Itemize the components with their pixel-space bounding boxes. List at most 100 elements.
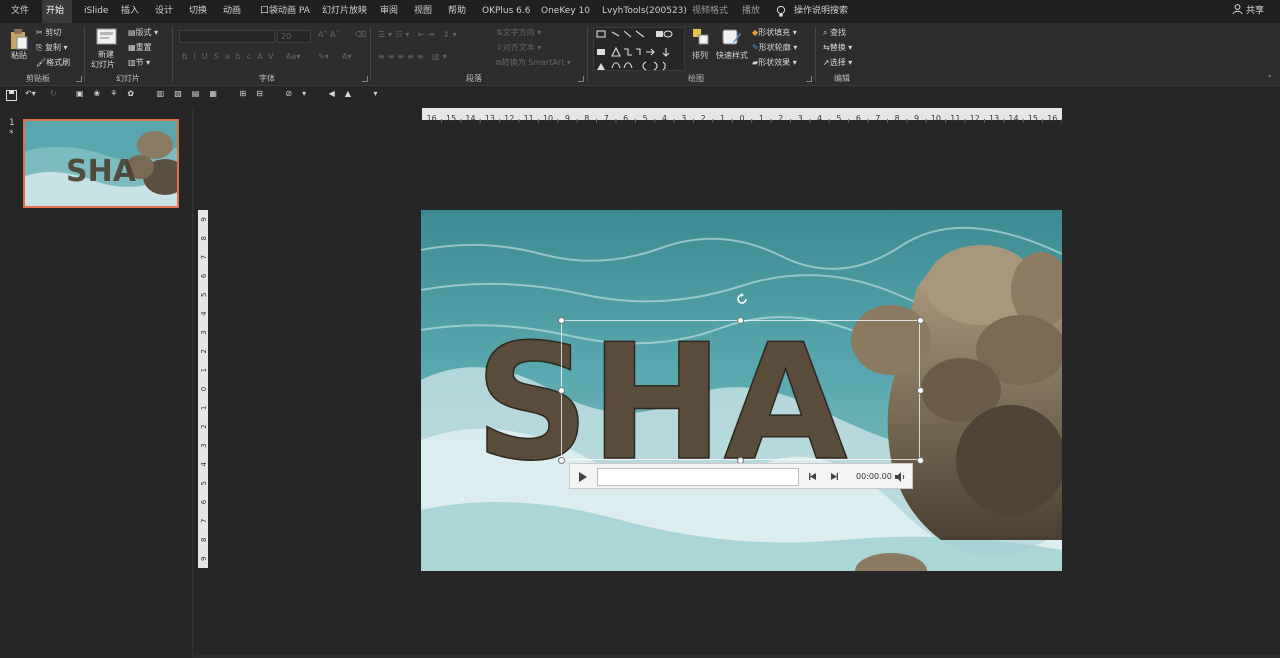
rotate-handle-icon[interactable] [735, 292, 749, 306]
ruler-tick-label: 9 [200, 556, 208, 560]
tab-pocket-animation[interactable]: 口袋动画 PA [256, 0, 314, 23]
text-direction-button[interactable]: ⇅文字方向 ▾ [496, 27, 541, 38]
tab-home[interactable]: 开始 [42, 0, 72, 23]
ruler-tick-label: 4 [662, 114, 667, 123]
tab-view[interactable]: 视图 [410, 0, 436, 23]
quick-styles-label[interactable]: 快速样式 [716, 50, 748, 61]
ruler-tick-label: 7 [604, 114, 609, 123]
ruler-tick-label: 8 [200, 538, 208, 542]
tab-review[interactable]: 审阅 [376, 0, 402, 23]
resize-handle[interactable] [558, 317, 565, 324]
reset-button[interactable]: ▦重置 [128, 42, 152, 53]
vertical-ruler: 9 8 7 6 5 4 3 2 1 0 1 2 3 4 5 6 7 8 9 [198, 210, 208, 568]
ruler-tick-label: 1 [200, 406, 208, 410]
tab-onekey[interactable]: OneKey 10 [537, 0, 594, 23]
tab-animations[interactable]: 动画 [219, 0, 245, 23]
video-progress-track[interactable] [597, 468, 799, 486]
step-forward-icon[interactable] [830, 472, 839, 481]
tell-me-search[interactable]: 操作说明搜索 [790, 0, 852, 23]
change-case-icon[interactable]: Aa▾ [286, 52, 300, 61]
tab-transitions[interactable]: 切换 [185, 0, 211, 23]
ruler-tick-label: 7 [875, 114, 880, 123]
resize-handle[interactable] [558, 387, 565, 394]
clipboard-launcher[interactable] [76, 76, 82, 82]
tab-video-format[interactable]: 视频格式 [688, 0, 732, 23]
save-icon[interactable] [6, 90, 17, 101]
play-icon[interactable] [578, 471, 588, 483]
tab-slideshow[interactable]: 幻灯片放映 [318, 0, 371, 23]
section-button[interactable]: ▥节 ▾ [128, 57, 150, 68]
resize-handle[interactable] [917, 457, 924, 464]
align-buttons[interactable]: ≡≡≡≡≡ ▥▾ [378, 52, 450, 61]
thumbnail-headline: SHA [66, 154, 137, 189]
ruler-tick-label: 16 [1047, 114, 1057, 123]
font-color-icon[interactable]: A▾ [342, 52, 352, 61]
highlight-icon[interactable]: ✎▾ [318, 52, 329, 61]
cut-button[interactable]: ✂ 剪切 [36, 27, 61, 38]
arrange-icon[interactable] [692, 28, 710, 46]
video-selection-frame[interactable] [561, 320, 920, 460]
list-buttons[interactable]: ☰▾☷▾ ⇤⇥ ↕▾ [378, 30, 460, 39]
tab-playback[interactable]: 播放 [738, 0, 764, 23]
find-button[interactable]: ⌕ 查找 [823, 27, 846, 38]
ruler-tick-label: 2 [778, 114, 783, 123]
drawing-launcher[interactable] [806, 76, 812, 82]
new-slide-icon[interactable] [96, 27, 118, 47]
paste-icon[interactable] [9, 28, 29, 50]
collapse-ribbon-icon[interactable]: ˄ [1268, 75, 1273, 85]
new-slide-label-2[interactable]: 幻灯片 [91, 59, 115, 70]
font-launcher[interactable] [362, 76, 368, 82]
undo-icon[interactable]: ↶▾ [25, 89, 36, 98]
slide-thumbnail-1[interactable]: SHA [23, 119, 179, 208]
ruler-tick-label: 1 [759, 114, 764, 123]
clear-format-icon[interactable]: ⌫ [355, 30, 366, 39]
copy-button[interactable]: ⎘ 复制 ▾ [36, 42, 68, 53]
font-style-buttons[interactable]: BIUSabcAV [182, 52, 280, 61]
tab-help[interactable]: 帮助 [444, 0, 470, 23]
ruler-tick-label: 1 [200, 368, 208, 372]
shape-outline-button[interactable]: ✎形状轮廓 ▾ [752, 42, 797, 53]
volume-icon[interactable] [894, 471, 906, 483]
share-button[interactable]: 共享 [1232, 0, 1264, 23]
font-grow-icon[interactable]: A˄ A˅ [318, 30, 340, 39]
resize-handle[interactable] [917, 387, 924, 394]
ruler-tick-label: 15 [446, 114, 456, 123]
paragraph-launcher[interactable] [578, 76, 584, 82]
ruler-tick-label: 13 [485, 114, 495, 123]
tab-file[interactable]: 文件 [7, 0, 33, 23]
qat-tools-icon[interactable]: ▣❀⚘✿ ▥▧▤▦ ⊞⊟ ⊘▾ ◀▲ ▾ [76, 89, 388, 98]
tab-design[interactable]: 设计 [151, 0, 177, 23]
replace-button[interactable]: ⇆替换 ▾ [823, 42, 852, 53]
quick-styles-icon[interactable] [722, 28, 742, 47]
smartart-button[interactable]: ⧉转换为 SmartArt ▾ [496, 57, 571, 68]
tab-lvyhtools[interactable]: LvyhTools(200523) [598, 0, 691, 23]
slide-number: 1 [9, 118, 15, 128]
ruler-tick-label: 13 [989, 114, 999, 123]
shapes-gallery[interactable] [593, 27, 685, 71]
quick-access-toolbar: ↶▾ ↻ ▣❀⚘✿ ▥▧▤▦ ⊞⊟ ⊘▾ ◀▲ ▾ [0, 87, 1280, 106]
font-family-input[interactable] [179, 30, 275, 43]
align-text-button[interactable]: ⇳对齐文本 ▾ [496, 42, 541, 53]
shape-fill-button[interactable]: ◆形状填充 ▾ [752, 27, 797, 38]
ruler-tick-label: 11 [524, 114, 534, 123]
shape-effects-button[interactable]: ▰形状效果 ▾ [752, 57, 797, 68]
tab-okplus[interactable]: OKPlus 6.6 [478, 0, 534, 23]
tab-islide[interactable]: iSlide [80, 0, 112, 23]
redo-icon[interactable]: ↻ [50, 89, 57, 98]
tab-insert[interactable]: 插入 [117, 0, 143, 23]
resize-handle[interactable] [737, 317, 744, 324]
arrange-label[interactable]: 排列 [692, 50, 708, 61]
select-button[interactable]: ➚选择 ▾ [823, 57, 852, 68]
resize-handle[interactable] [558, 457, 565, 464]
group-label-font: 字体 [259, 74, 275, 83]
layout-button[interactable]: ▤版式 ▾ [128, 27, 158, 38]
format-painter-button[interactable]: 🖌格式刷 [36, 57, 70, 68]
font-size-input[interactable]: 20 [277, 30, 311, 43]
paste-label[interactable]: 粘贴 [11, 50, 27, 61]
slide-animation-marker: * [9, 129, 14, 139]
ruler-tick-label: 0 [739, 114, 744, 123]
ruler-tick-label: 2 [200, 349, 208, 353]
step-back-icon[interactable] [808, 472, 817, 481]
ruler-tick-label: 10 [931, 114, 941, 123]
resize-handle[interactable] [917, 317, 924, 324]
